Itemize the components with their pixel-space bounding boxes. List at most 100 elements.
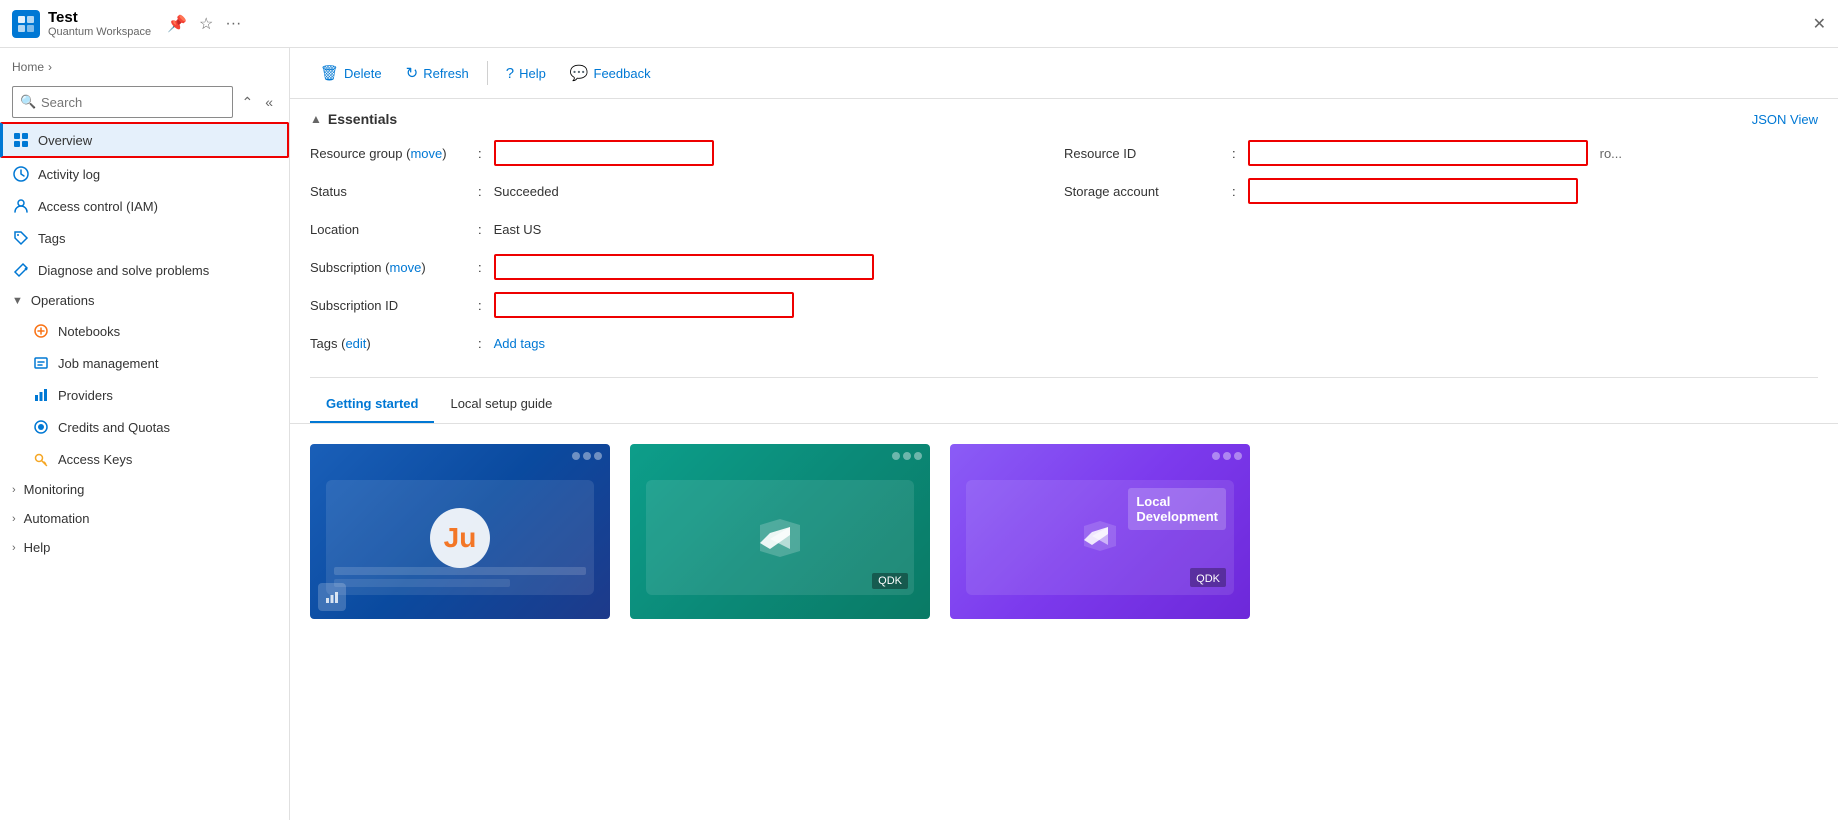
collapse-sidebar-icon[interactable]: « bbox=[261, 90, 277, 114]
card-dot-5 bbox=[903, 452, 911, 460]
sidebar-item-label-providers: Providers bbox=[58, 388, 113, 403]
card-dot-6 bbox=[914, 452, 922, 460]
essentials-title-block: ▲ Essentials bbox=[310, 111, 397, 127]
sidebar-item-job-management[interactable]: Job management bbox=[20, 347, 289, 379]
feedback-button[interactable]: 💬 Feedback bbox=[560, 58, 661, 88]
operations-children: Notebooks Job management bbox=[0, 315, 289, 475]
sidebar-item-label-access-keys: Access Keys bbox=[58, 452, 132, 467]
sidebar-item-label-notebooks: Notebooks bbox=[58, 324, 120, 339]
sidebar-item-diagnose[interactable]: Diagnose and solve problems bbox=[0, 254, 289, 286]
card-dot-1 bbox=[572, 452, 580, 460]
sidebar-section-automation[interactable]: › Automation bbox=[0, 504, 289, 533]
refresh-label: Refresh bbox=[423, 66, 469, 81]
app-title-block: Test Quantum Workspace bbox=[48, 9, 151, 38]
sidebar-item-overview[interactable]: Overview bbox=[0, 122, 289, 158]
more-icon[interactable]: ··· bbox=[225, 15, 241, 33]
sidebar-item-activity-log[interactable]: Activity log bbox=[0, 158, 289, 190]
tags-edit-link[interactable]: edit bbox=[345, 336, 366, 351]
delete-button[interactable]: 🗑 Delete bbox=[310, 58, 392, 88]
essentials-header: ▲ Essentials JSON View bbox=[310, 111, 1818, 127]
breadcrumb-home[interactable]: Home bbox=[12, 60, 44, 74]
notebooks-icon bbox=[32, 322, 50, 340]
operations-chevron: ▼ bbox=[12, 295, 23, 307]
search-area: 🔍 ⌃ « bbox=[0, 82, 289, 122]
card-dot-7 bbox=[1212, 452, 1220, 460]
resource-id-label: Resource ID bbox=[1064, 146, 1224, 161]
card-jupyter-inner: Ju bbox=[326, 480, 594, 595]
refresh-icon: ↻ bbox=[406, 64, 419, 82]
card-local-dev-content: LocalDevelopment QDK bbox=[950, 444, 1250, 619]
sidebar-section-help[interactable]: › Help bbox=[0, 533, 289, 562]
sidebar-item-tags[interactable]: Tags bbox=[0, 222, 289, 254]
toolbar-divider bbox=[487, 61, 488, 85]
tab-getting-started[interactable]: Getting started bbox=[310, 386, 434, 423]
overview-icon bbox=[12, 131, 30, 149]
sidebar-section-label-operations: Operations bbox=[31, 293, 95, 308]
refresh-button[interactable]: ↻ Refresh bbox=[396, 58, 479, 88]
sidebar-item-access-keys[interactable]: Access Keys bbox=[20, 443, 289, 475]
resource-group-move-link[interactable]: move bbox=[410, 146, 442, 161]
sidebar-item-label-access-control: Access control (IAM) bbox=[38, 199, 277, 214]
sidebar: Home › 🔍 ⌃ « Overview bbox=[0, 48, 290, 820]
essentials-right-col: Resource ID : ro... Storage account : bbox=[1064, 139, 1818, 357]
help-button[interactable]: ? Help bbox=[496, 59, 556, 88]
sidebar-item-credits-quotas[interactable]: Credits and Quotas bbox=[20, 411, 289, 443]
card-jupyter[interactable]: Ju bbox=[310, 444, 610, 619]
sidebar-section-label-help: Help bbox=[24, 540, 51, 555]
location-row: Location : East US bbox=[310, 215, 1064, 243]
star-icon[interactable]: ☆ bbox=[199, 14, 213, 34]
json-view-link[interactable]: JSON View bbox=[1752, 112, 1818, 127]
subscription-id-row: Subscription ID : bbox=[310, 291, 1064, 319]
resource-id-suffix: ro... bbox=[1600, 146, 1622, 161]
sidebar-section-monitoring[interactable]: › Monitoring bbox=[0, 475, 289, 504]
tab-local-setup[interactable]: Local setup guide bbox=[434, 386, 568, 423]
azure-logo bbox=[12, 10, 40, 38]
subscription-value bbox=[494, 254, 874, 280]
app-subtitle: Quantum Workspace bbox=[48, 26, 151, 38]
breadcrumb[interactable]: Home › bbox=[0, 56, 289, 82]
sidebar-item-notebooks[interactable]: Notebooks bbox=[20, 315, 289, 347]
search-input[interactable] bbox=[12, 86, 233, 118]
add-tags-link[interactable]: Add tags bbox=[494, 336, 545, 351]
sidebar-item-providers[interactable]: Providers bbox=[20, 379, 289, 411]
card-jupyter-content: Ju bbox=[310, 444, 610, 619]
card-vscode-inner: QDK bbox=[646, 480, 914, 595]
essentials-section: ▲ Essentials JSON View Resource group (m… bbox=[290, 99, 1838, 369]
card-vscode[interactable]: QDK bbox=[630, 444, 930, 619]
cards-area: Ju bbox=[290, 424, 1838, 639]
resource-group-value bbox=[494, 140, 714, 166]
sidebar-section-operations[interactable]: ▼ Operations bbox=[0, 286, 289, 315]
tags-label: Tags (edit) bbox=[310, 336, 470, 351]
subscription-move-link[interactable]: move bbox=[390, 260, 422, 275]
card-dot-9 bbox=[1234, 452, 1242, 460]
card-local-dots bbox=[1212, 452, 1242, 460]
main-content: 🗑 Delete ↻ Refresh ? Help 💬 Feedback ▲ bbox=[290, 48, 1838, 820]
pin-icon[interactable]: 📌 bbox=[167, 14, 187, 34]
tabs-row: Getting started Local setup guide bbox=[290, 386, 1838, 424]
sidebar-item-label-activity-log: Activity log bbox=[38, 167, 277, 182]
vscode-icon-local bbox=[1080, 516, 1120, 559]
subscription-id-label: Subscription ID bbox=[310, 298, 470, 313]
section-divider bbox=[310, 377, 1818, 378]
sidebar-item-label-job-management: Job management bbox=[58, 356, 158, 371]
job-management-icon bbox=[32, 354, 50, 372]
resource-id-value bbox=[1248, 140, 1588, 166]
sidebar-item-label-overview: Overview bbox=[38, 133, 275, 148]
feedback-icon: 💬 bbox=[570, 64, 589, 82]
nav-up-icon[interactable]: ⌃ bbox=[237, 90, 257, 115]
location-label: Location bbox=[310, 222, 470, 237]
automation-chevron: › bbox=[12, 513, 16, 525]
card-dot-8 bbox=[1223, 452, 1231, 460]
essentials-grid: Resource group (move) : Status : Succeed… bbox=[310, 139, 1818, 357]
card-vscode-content: QDK bbox=[630, 444, 930, 619]
card-local-dev[interactable]: LocalDevelopment QDK bbox=[950, 444, 1250, 619]
sidebar-item-access-control[interactable]: Access control (IAM) bbox=[0, 190, 289, 222]
storage-account-label: Storage account bbox=[1064, 184, 1224, 199]
storage-account-row: Storage account : bbox=[1064, 177, 1818, 205]
access-keys-icon bbox=[32, 450, 50, 468]
title-action-icons: 📌 ☆ ··· bbox=[167, 14, 241, 34]
essentials-collapse-icon[interactable]: ▲ bbox=[310, 112, 322, 126]
close-button[interactable]: ✕ bbox=[1813, 14, 1826, 34]
card-dot-4 bbox=[892, 452, 900, 460]
sidebar-item-label-tags: Tags bbox=[38, 231, 277, 246]
